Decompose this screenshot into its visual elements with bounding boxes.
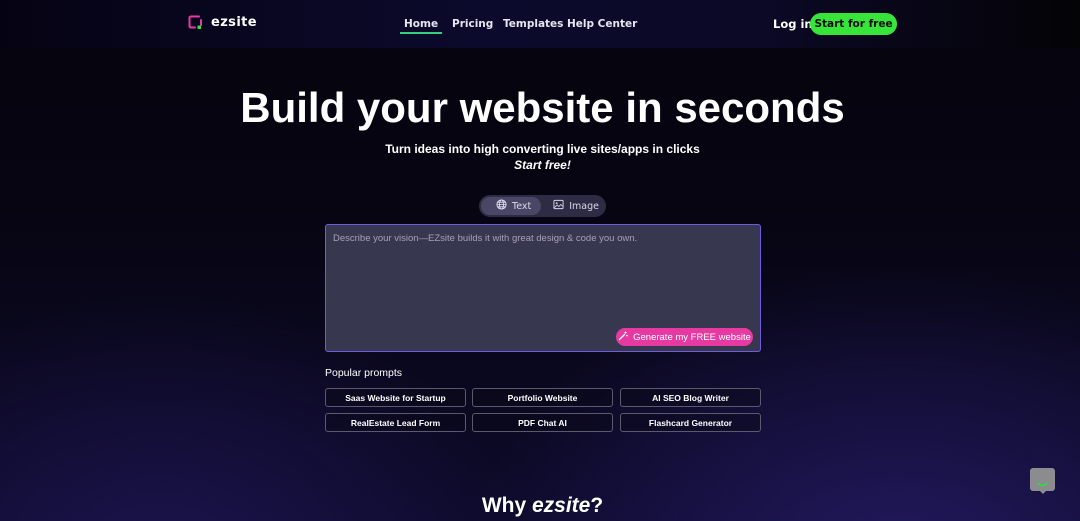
globe-icon: [496, 199, 507, 213]
hero-subtitle: Turn ideas into high converting live sit…: [385, 142, 700, 156]
mode-image-button[interactable]: Image: [541, 197, 609, 215]
hero-title: Build your website in seconds: [240, 84, 845, 131]
mode-text-button[interactable]: Text: [481, 197, 542, 215]
why-prefix: Why: [481, 494, 532, 517]
top-navigation-bar: ezsite Home Pricing Templates Help Cente…: [0, 0, 1080, 48]
prompt-chip[interactable]: RealEstate Lead Form: [325, 413, 466, 432]
image-icon: [553, 199, 564, 213]
mode-image-label: Image: [569, 200, 599, 212]
why-suffix: ?: [590, 494, 604, 517]
nav-templates[interactable]: Templates: [503, 0, 563, 48]
why-brand: ezsite: [531, 494, 591, 517]
generate-label: Generate my FREE website: [633, 331, 751, 343]
prompt-chip[interactable]: PDF Chat AI: [472, 413, 613, 432]
popular-prompts-title: Popular prompts: [325, 367, 403, 379]
prompt-chip[interactable]: Saas Website for Startup: [325, 388, 466, 407]
nav-home[interactable]: Home: [399, 0, 443, 48]
login-link[interactable]: Log in: [773, 17, 813, 31]
nav-help-center[interactable]: Help Center: [567, 0, 637, 48]
why-ezsite-heading: Why ezsite?: [0, 494, 1080, 518]
generate-website-button[interactable]: Generate my FREE website: [616, 328, 753, 346]
logo-text: ezsite: [211, 15, 258, 30]
chat-support-button[interactable]: [1030, 468, 1055, 494]
input-mode-toggle: Text Image: [479, 195, 606, 217]
prompt-chip[interactable]: Flashcard Generator: [620, 413, 761, 432]
mode-text-label: Text: [512, 200, 532, 212]
magic-wand-icon: [618, 330, 629, 344]
hero-subtitle-emphasis: Start free!: [514, 158, 571, 172]
start-for-free-button[interactable]: Start for free: [810, 13, 897, 35]
prompt-chip[interactable]: AI SEO Blog Writer: [620, 388, 761, 407]
prompt-chip[interactable]: Portfolio Website: [472, 388, 613, 407]
chat-icon: [1037, 474, 1048, 493]
ezsite-logo-icon: [188, 15, 203, 30]
nav-pricing[interactable]: Pricing: [452, 0, 493, 48]
logo[interactable]: ezsite: [188, 15, 257, 30]
